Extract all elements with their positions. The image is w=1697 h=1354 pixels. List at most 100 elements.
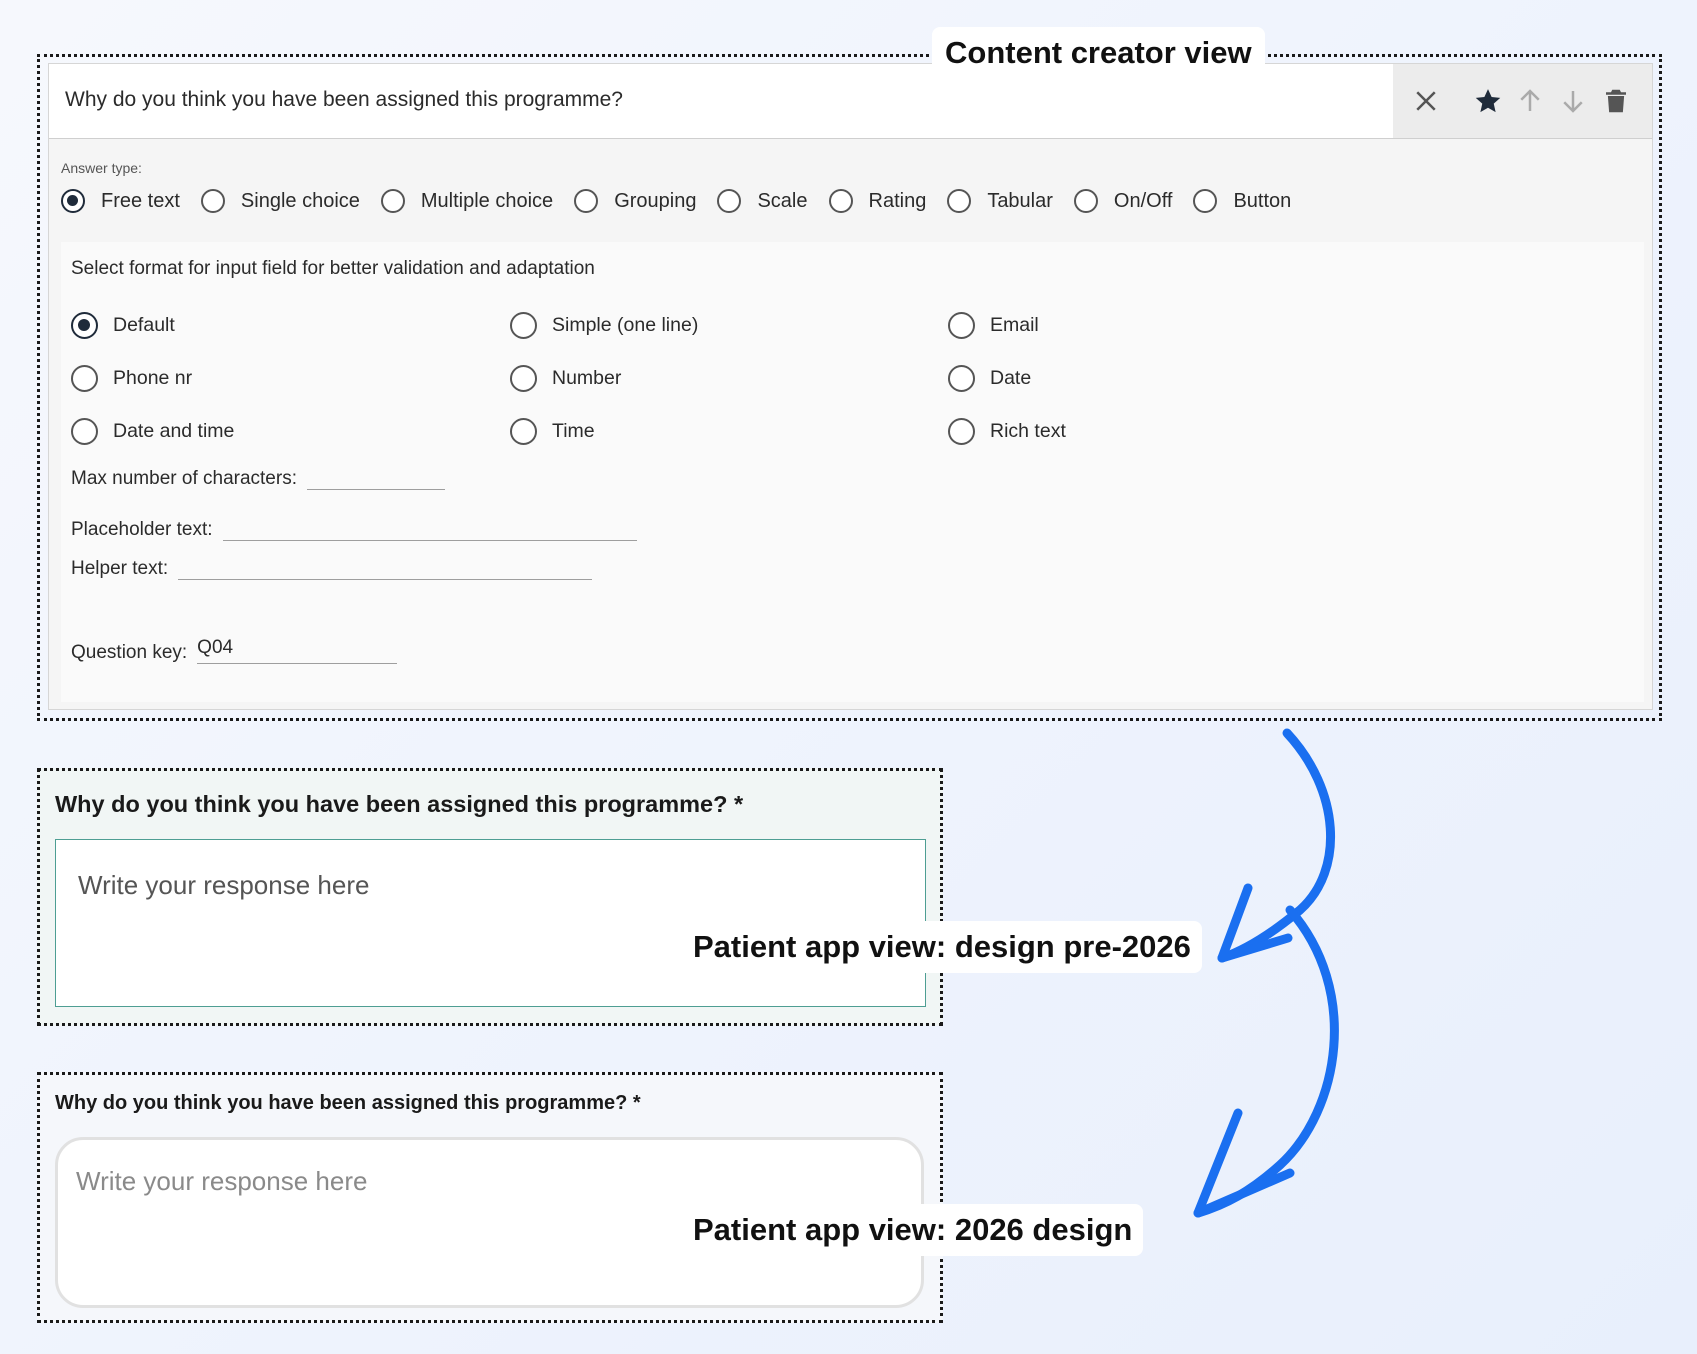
answer-type-option[interactable]: Free text	[61, 189, 180, 213]
max-chars-label: Max number of characters:	[71, 468, 297, 489]
close-button[interactable]	[1409, 84, 1443, 118]
question-key-label: Question key:	[71, 642, 188, 663]
radio-button[interactable]	[948, 418, 975, 445]
radio-button[interactable]	[510, 418, 537, 445]
radio-button[interactable]	[200, 189, 225, 213]
move-down-button[interactable]	[1556, 84, 1590, 118]
format-option-label: Phone nr	[113, 367, 193, 389]
answer-type-option[interactable]: On/Off	[1073, 189, 1173, 213]
format-option-label: Simple (one line)	[552, 314, 699, 336]
helper-label: Helper text:	[71, 558, 169, 579]
pre2026-label: Patient app view: design pre-2026	[693, 929, 1191, 964]
favorite-button[interactable]	[1471, 84, 1505, 118]
close-icon	[1416, 91, 1436, 111]
format-option-label: Default	[113, 314, 175, 336]
question-editor: Why do you think you have been assigned …	[48, 63, 1653, 710]
format-option[interactable]: Time	[510, 418, 595, 445]
format-option-label: Rich text	[990, 420, 1066, 442]
creator-view-label: Content creator view	[945, 35, 1252, 70]
radio-button[interactable]	[948, 312, 975, 339]
creator-view-label-box: Content creator view	[932, 27, 1265, 79]
question-key-row: Question key: Q04	[71, 637, 398, 664]
format-option[interactable]: Phone nr	[71, 365, 192, 392]
answer-type-label: Grouping	[614, 189, 697, 212]
arrow-icon	[1193, 905, 1339, 1218]
arrow-up-icon	[1520, 89, 1540, 111]
format-option-label: Date	[990, 367, 1032, 389]
answer-type-option[interactable]: Single choice	[200, 189, 360, 213]
answer-type-label: Single choice	[240, 189, 360, 212]
answer-type-option[interactable]: Tabular	[947, 189, 1053, 213]
format-option[interactable]: Default	[71, 312, 175, 339]
answer-type-group: Free text Single choice Multiple choice Gro…	[61, 182, 1312, 220]
answer-type-label: Multiple choice	[420, 189, 554, 212]
content-creator-panel: Why do you think you have been assigned …	[37, 54, 1662, 721]
patient-view-pre2026: Why do you think you have been assigned …	[37, 768, 943, 1026]
radio-button[interactable]	[1193, 189, 1218, 213]
radio-button[interactable]	[510, 312, 537, 339]
response-placeholder: Write your response here	[76, 1166, 368, 1196]
answer-type-label: Button	[1233, 189, 1292, 212]
max-chars-row: Max number of characters:	[71, 464, 445, 490]
question-text: Why do you think you have been assigned …	[55, 1092, 641, 1114]
format-panel: Select format for input field for better…	[61, 242, 1644, 702]
answer-type-option[interactable]: Grouping	[574, 189, 696, 213]
star-icon	[1475, 89, 1501, 113]
answer-type-label: Tabular	[987, 189, 1053, 212]
trash-icon	[1606, 89, 1626, 113]
answer-type-label: On/Off	[1113, 189, 1173, 212]
arrow-down-icon	[1563, 91, 1583, 113]
format-option[interactable]: Date	[948, 365, 1031, 392]
delete-button[interactable]	[1599, 84, 1633, 118]
radio-button[interactable]	[510, 365, 537, 392]
radio-button[interactable]	[828, 189, 853, 213]
design2026-label-box: Patient app view: 2026 design	[682, 1204, 1144, 1256]
format-option[interactable]: Rich text	[948, 418, 1066, 445]
format-option-label: Number	[552, 367, 622, 389]
format-option[interactable]: Simple (one line)	[510, 312, 698, 339]
arrow-icon	[1217, 728, 1336, 963]
answer-type-option[interactable]: Scale	[717, 189, 808, 213]
placeholder-label: Placeholder text:	[71, 519, 213, 540]
radio-button[interactable]	[948, 365, 975, 392]
radio-button[interactable]	[380, 189, 405, 213]
format-option-label: Email	[990, 314, 1039, 336]
format-option-label: Time	[552, 420, 595, 442]
radio-button[interactable]	[574, 189, 599, 213]
helper-row: Helper text:	[71, 554, 593, 580]
radio-button[interactable]	[947, 189, 972, 213]
radio-button[interactable]	[71, 418, 98, 445]
question-key-input[interactable]: Q04	[197, 637, 398, 664]
move-up-button[interactable]	[1513, 84, 1547, 118]
answer-type-option[interactable]: Rating	[828, 189, 927, 213]
radio-button[interactable]	[1073, 189, 1098, 213]
format-option-label: Date and time	[113, 420, 235, 442]
answer-type-option[interactable]: Multiple choice	[380, 189, 554, 213]
radio-button[interactable]	[717, 189, 742, 213]
answer-type-label: Free text	[101, 189, 180, 212]
placeholder-row: Placeholder text:	[71, 515, 637, 541]
radio-button[interactable]	[61, 189, 85, 213]
answer-type-label: Answer type:	[61, 160, 142, 176]
design2026-label: Patient app view: 2026 design	[693, 1212, 1133, 1247]
answer-type-label: Rating	[868, 189, 927, 212]
format-option[interactable]: Email	[948, 312, 1039, 339]
response-placeholder: Write your response here	[78, 870, 370, 900]
helper-input[interactable]	[178, 554, 593, 580]
pre2026-label-box: Patient app view: design pre-2026	[682, 921, 1202, 973]
format-option[interactable]: Date and time	[71, 418, 234, 445]
arrowhead-icon	[1193, 1108, 1295, 1218]
format-option[interactable]: Number	[510, 365, 621, 392]
format-title: Select format for input field for better…	[71, 258, 595, 279]
radio-button[interactable]	[71, 312, 98, 339]
arrowhead-icon	[1217, 883, 1293, 963]
question-toolbar	[1393, 64, 1652, 139]
answer-type-label: Scale	[757, 189, 808, 212]
patient-view-2026: Why do you think you have been assigned …	[37, 1072, 943, 1323]
placeholder-input[interactable]	[222, 515, 637, 541]
question-text: Why do you think you have been assigned …	[55, 791, 744, 817]
radio-button[interactable]	[71, 365, 98, 392]
answer-type-option[interactable]: Button	[1193, 189, 1291, 213]
max-chars-input[interactable]	[306, 464, 445, 490]
question-title-input[interactable]: Why do you think you have been assigned …	[65, 88, 623, 112]
